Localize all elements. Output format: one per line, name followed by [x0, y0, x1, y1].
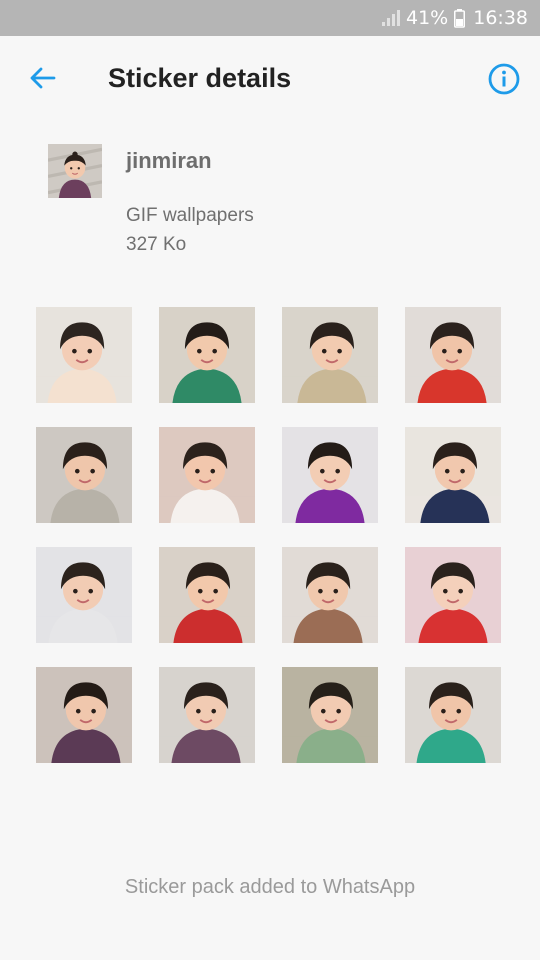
sticker-image	[405, 667, 501, 763]
sticker-image	[282, 427, 378, 523]
sticker-item[interactable]	[282, 307, 378, 403]
sticker-image	[282, 667, 378, 763]
sticker-item[interactable]	[282, 427, 378, 523]
sticker-item[interactable]	[36, 667, 132, 763]
sticker-item[interactable]	[36, 547, 132, 643]
sticker-image	[159, 667, 255, 763]
app-bar: Sticker details	[0, 36, 540, 122]
sticker-item[interactable]	[282, 667, 378, 763]
back-button[interactable]	[24, 60, 60, 96]
sticker-image	[36, 547, 132, 643]
battery-icon	[454, 8, 466, 28]
sticker-image	[36, 427, 132, 523]
page-title: Sticker details	[108, 63, 292, 93]
sticker-image	[159, 427, 255, 523]
sticker-item[interactable]	[405, 547, 501, 643]
sticker-image	[36, 307, 132, 403]
sticker-item[interactable]	[405, 427, 501, 523]
sticker-item[interactable]	[159, 427, 255, 523]
pack-name: jinmiran	[126, 148, 212, 173]
arrow-back-icon	[30, 67, 56, 89]
sticker-item[interactable]	[36, 427, 132, 523]
battery-percent: 41%	[406, 7, 449, 29]
sticker-item[interactable]	[159, 307, 255, 403]
sticker-image	[405, 307, 501, 403]
sticker-image	[159, 547, 255, 643]
sticker-grid	[36, 307, 502, 763]
pack-thumbnail	[48, 144, 102, 198]
info-button[interactable]	[486, 61, 522, 97]
pack-size: 327 Ko	[126, 234, 187, 255]
sticker-image	[159, 307, 255, 403]
pack-added-status: Sticker pack added to WhatsApp	[124, 876, 416, 898]
status-bar: 41% 16:38	[0, 0, 540, 36]
signal-icon	[382, 10, 400, 26]
sticker-item[interactable]	[282, 547, 378, 643]
pack-publisher: GIF wallpapers	[126, 205, 254, 226]
sticker-item[interactable]	[405, 667, 501, 763]
sticker-item[interactable]	[36, 307, 132, 403]
clock: 16:38	[473, 7, 528, 29]
sticker-image	[405, 547, 501, 643]
info-icon	[488, 63, 520, 95]
sticker-item[interactable]	[159, 667, 255, 763]
sticker-image	[282, 307, 378, 403]
sticker-item[interactable]	[405, 307, 501, 403]
sticker-item[interactable]	[159, 547, 255, 643]
sticker-image	[405, 427, 501, 523]
sticker-image	[36, 667, 132, 763]
pack-header: jinmiran GIF wallpapers 327 Ko	[0, 122, 540, 282]
sticker-image	[282, 547, 378, 643]
